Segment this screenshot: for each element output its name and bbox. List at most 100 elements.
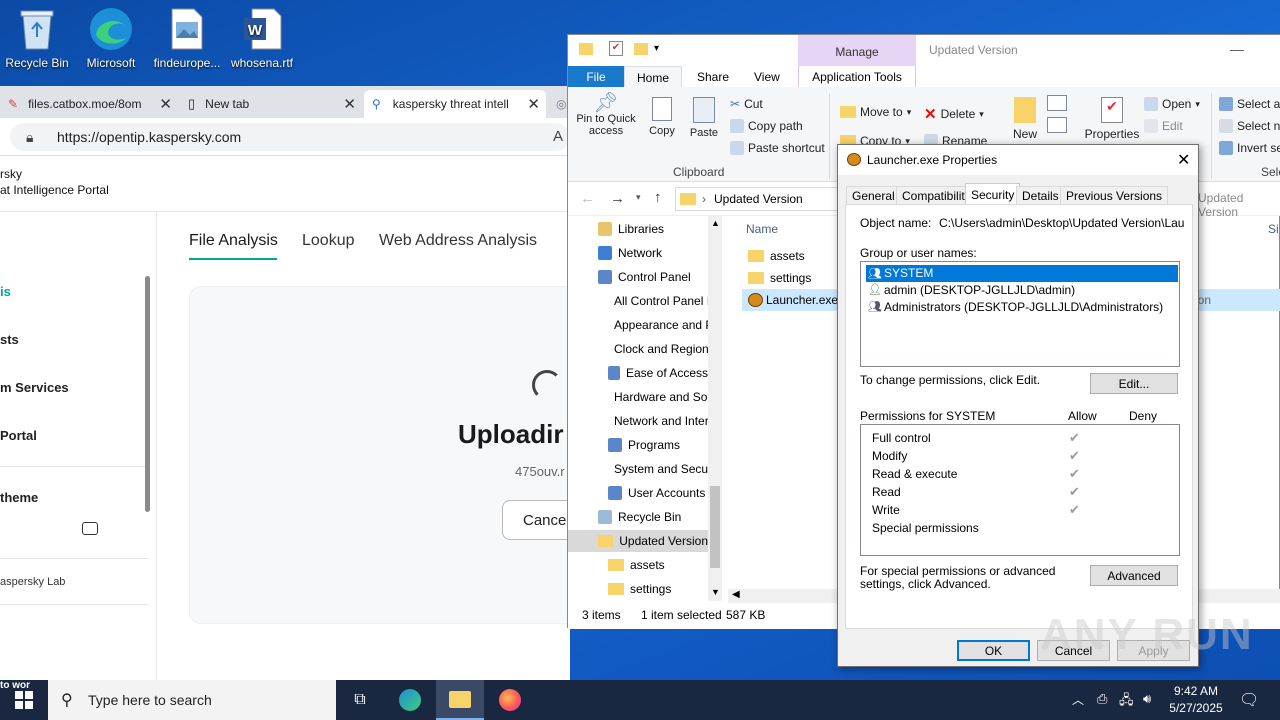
tree-item[interactable]: Control Panel: [568, 266, 708, 288]
tab-web-address-analysis[interactable]: Web Address Analysis: [379, 232, 537, 250]
network-icon[interactable]: 🖧︎: [1119, 691, 1134, 713]
file-row[interactable]: assets: [748, 249, 805, 263]
select-none-button[interactable]: Select none: [1219, 119, 1280, 133]
new-folder-button[interactable]: New: [1008, 97, 1042, 147]
tab-home[interactable]: Home: [624, 66, 682, 89]
url-field[interactable]: 🔒︎ https://opentip.kaspersky.com A: [10, 123, 570, 151]
taskbar-search[interactable]: ⚲ Type here to search: [48, 680, 336, 720]
close-tab-icon[interactable]: ✕: [159, 95, 172, 113]
tree-item[interactable]: Programs: [568, 434, 708, 456]
side-nav-item[interactable]: Portal: [0, 428, 37, 443]
back-icon[interactable]: ←: [580, 190, 595, 207]
copy-path-button[interactable]: Copy path: [730, 119, 803, 133]
edit-button[interactable]: Edit: [1144, 119, 1183, 133]
copy-button[interactable]: Copy: [648, 97, 676, 137]
easy-access-icon[interactable]: [1047, 117, 1067, 133]
tree-item[interactable]: Network: [568, 242, 708, 264]
clock[interactable]: 9:42 AM 5/27/2025: [1166, 683, 1226, 717]
close-tab-icon[interactable]: ✕: [343, 95, 356, 113]
new-folder-qa-icon[interactable]: [634, 43, 648, 55]
tab-general[interactable]: General: [846, 186, 901, 205]
tree-item[interactable]: assets: [568, 554, 708, 576]
tree-item[interactable]: Ease of Access: [568, 362, 708, 384]
tree-item[interactable]: All Control Panel Items: [568, 290, 708, 312]
browser-tab-new[interactable]: ▯ New tab ✕: [180, 90, 362, 118]
forward-icon[interactable]: →: [610, 190, 625, 207]
tab-details[interactable]: Details: [1016, 186, 1065, 205]
up-icon[interactable]: ↑: [654, 189, 662, 206]
user-item[interactable]: 👥︎ Administrators (DESKTOP-JGLLJLD\Admin…: [866, 300, 1163, 314]
ok-button[interactable]: OK: [957, 640, 1030, 661]
tree-item[interactable]: settings: [568, 578, 708, 600]
tab-lookup[interactable]: Lookup: [302, 232, 355, 250]
desktop-icon-recycle-bin[interactable]: Recycle Bin: [0, 6, 74, 70]
tree-item[interactable]: Hardware and Sound: [568, 386, 708, 408]
invert-selection-button[interactable]: Invert selection: [1219, 141, 1280, 155]
scroll-thumb[interactable]: [710, 486, 720, 568]
tree-item[interactable]: Libraries: [568, 218, 708, 240]
select-all-button[interactable]: Select all: [1219, 97, 1280, 111]
edge-taskbar-button[interactable]: [386, 680, 434, 720]
chat-icon[interactable]: [82, 522, 98, 535]
address-breadcrumb[interactable]: › Updated Version: [675, 187, 840, 211]
file-row[interactable]: settings: [748, 271, 811, 285]
browser-tab-catbox[interactable]: ✎ files.catbox.moe/8om ✕: [0, 90, 178, 118]
edit-button[interactable]: Edit...: [1090, 373, 1178, 394]
notification-icon[interactable]: 🗨︎: [1239, 690, 1259, 710]
user-item-selected[interactable]: 👥︎ SYSTEM: [866, 265, 1178, 282]
properties-button[interactable]: ✔ Properties: [1084, 97, 1140, 147]
tree-item[interactable]: System and Security: [568, 458, 708, 480]
minimize-icon[interactable]: —: [1230, 41, 1244, 57]
tab-file-analysis[interactable]: File Analysis: [189, 232, 278, 250]
tree-item[interactable]: Recycle Bin: [568, 506, 708, 528]
desktop-icon-edge[interactable]: Microsoft Edge: [74, 6, 148, 70]
close-tab-icon[interactable]: ✕: [527, 95, 540, 113]
tab-previous-versions[interactable]: Previous Versions: [1060, 186, 1169, 205]
start-button[interactable]: [0, 680, 48, 720]
volume-icon[interactable]: 🔊︎: [1143, 691, 1151, 707]
quick-access-dropdown-icon[interactable]: ▾: [654, 43, 659, 54]
user-item[interactable]: 👤︎ admin (DESKTOP-JGLLJLD\admin): [866, 283, 1075, 297]
properties-qa-icon[interactable]: ✔: [609, 41, 623, 56]
close-icon[interactable]: ✕: [1177, 150, 1190, 170]
paste-button[interactable]: Paste: [688, 97, 720, 139]
device-icon[interactable]: ⎙: [1097, 691, 1107, 707]
advanced-button[interactable]: Advanced: [1090, 565, 1178, 586]
tree-item[interactable]: Appearance and Personalization: [568, 314, 708, 336]
tree-item[interactable]: Network and Internet: [568, 410, 708, 432]
browser-tab-kaspersky[interactable]: ⚲ kaspersky threat intelli ✕: [364, 90, 546, 118]
tab-application-tools[interactable]: Application Tools: [798, 66, 916, 88]
desktop-icon-findeurope[interactable]: findeurope...: [150, 6, 224, 70]
side-nav-item[interactable]: m Services: [0, 380, 69, 395]
cut-button[interactable]: ✂ Cut: [730, 97, 763, 111]
open-button[interactable]: Open ▾: [1144, 97, 1200, 111]
recent-dropdown-icon[interactable]: ▾: [636, 192, 641, 203]
side-nav-item[interactable]: is: [0, 284, 11, 299]
explorer-taskbar-button[interactable]: [436, 680, 484, 720]
sidebar-scrollbar[interactable]: [145, 276, 150, 512]
new-item-icon[interactable]: [1047, 95, 1067, 111]
show-hidden-icons-chevron-icon[interactable]: ︿: [1072, 691, 1084, 708]
tree-item[interactable]: User Accounts: [568, 482, 708, 504]
column-header-size[interactable]: Si: [1268, 222, 1279, 236]
tree-item[interactable]: Updated Version: [568, 530, 708, 552]
move-to-button[interactable]: Move to ▾: [840, 105, 911, 119]
tab-view[interactable]: View: [754, 70, 780, 84]
pin-quick-access-button[interactable]: 📌︎ Pin to Quick access: [574, 93, 638, 137]
read-aloud-icon[interactable]: A: [553, 128, 563, 145]
search-box-hint[interactable]: Updated Version: [1198, 191, 1280, 219]
tab-security[interactable]: Security: [965, 183, 1021, 205]
tree-item[interactable]: Clock and Region: [568, 338, 708, 360]
tab-share[interactable]: Share: [697, 70, 729, 84]
tab-file[interactable]: File: [568, 66, 624, 88]
task-view-button[interactable]: ⧉: [336, 680, 384, 720]
column-header-name[interactable]: Name: [746, 222, 778, 236]
status-size: 587 KB: [726, 608, 766, 622]
side-nav-item[interactable]: sts: [0, 332, 19, 347]
desktop-icon-whosena[interactable]: W whosena.rtf: [225, 6, 299, 70]
theme-toggle-label[interactable]: theme: [0, 490, 38, 505]
delete-button[interactable]: ✕ Delete ▾: [924, 105, 984, 123]
paste-shortcut-button[interactable]: Paste shortcut: [730, 141, 825, 155]
tree-scrollbar[interactable]: ▲ ▼: [708, 216, 722, 601]
firefox-taskbar-button[interactable]: [486, 680, 534, 720]
